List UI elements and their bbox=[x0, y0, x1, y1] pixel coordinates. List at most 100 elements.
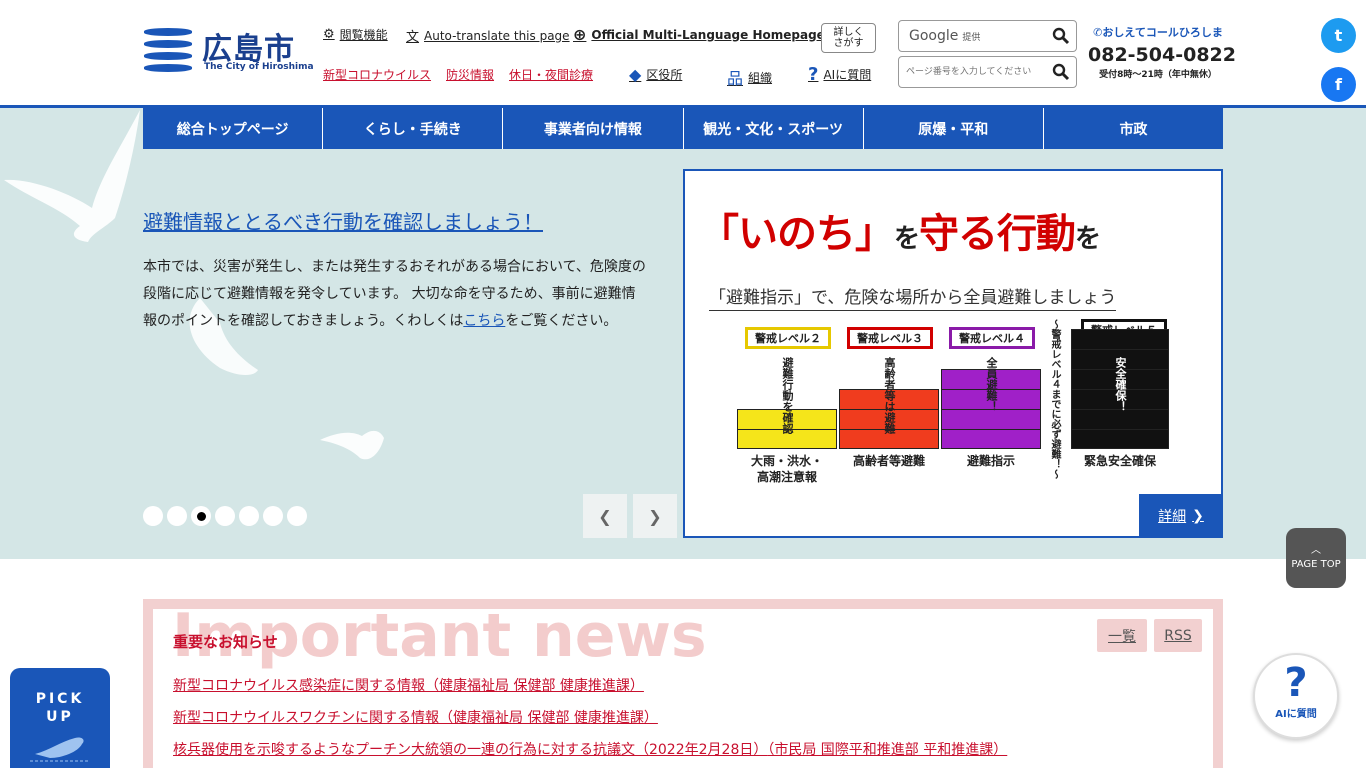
slide-dot[interactable] bbox=[287, 506, 307, 526]
multi-language-label: Official Multi-Language Homepage bbox=[591, 27, 825, 42]
question-icon: ? bbox=[1284, 660, 1308, 706]
search-icon[interactable] bbox=[1052, 63, 1070, 81]
chevron-up-icon: ︿ bbox=[1311, 545, 1321, 556]
chevron-left-icon: ❮ bbox=[598, 506, 612, 526]
slide-dot[interactable] bbox=[215, 506, 235, 526]
alert-level-action: 全員避難！ bbox=[985, 357, 998, 412]
slide-headline: 「いのち」を守る行動を bbox=[699, 211, 1101, 257]
slide-dot[interactable] bbox=[167, 506, 187, 526]
search-icon[interactable] bbox=[1052, 27, 1070, 45]
slide-dot[interactable] bbox=[239, 506, 259, 526]
dove-icon bbox=[30, 737, 90, 762]
call-center-tel: 082-504-0822 bbox=[1088, 44, 1236, 66]
map-icon: ◆ bbox=[629, 65, 642, 84]
logo-mark-icon bbox=[144, 26, 192, 74]
globe-icon: ⊕ bbox=[573, 25, 587, 44]
global-nav-item[interactable]: くらし・手続き bbox=[323, 108, 504, 149]
global-nav-item[interactable]: 市政 bbox=[1043, 108, 1224, 149]
slide-dot[interactable] bbox=[143, 506, 163, 526]
multi-language-link[interactable]: ⊕ Official Multi-Language Homepage bbox=[573, 25, 825, 44]
next-slide-button[interactable]: ❯ bbox=[633, 494, 677, 538]
slide-dots bbox=[143, 506, 307, 526]
page: 広島市 The City of Hiroshima ⚙ 閲覧機能 文 Auto-… bbox=[0, 0, 1366, 768]
page-top-label: PAGE TOP bbox=[1291, 559, 1341, 570]
hero-body: 本市では、災害が発生し、または発生するおそれがある場合において、危険度の段階に応… bbox=[143, 259, 646, 329]
auto-translate-link[interactable]: 文 Auto-translate this page bbox=[406, 26, 570, 46]
global-nav-item[interactable]: 観光・文化・スポーツ bbox=[683, 108, 864, 149]
site-logo[interactable]: 広島市 The City of Hiroshima bbox=[144, 26, 314, 76]
facebook-icon[interactable]: f bbox=[1321, 67, 1356, 102]
global-nav-item[interactable]: 事業者向け情報 bbox=[503, 108, 684, 149]
news-item-link[interactable]: 核兵器使用を示唆するようなプーチン大統領の一連の行為に対する抗議文（2022年2… bbox=[173, 742, 767, 758]
twitter-icon[interactable]: t bbox=[1321, 18, 1356, 53]
chevron-right-icon: ❯ bbox=[1192, 508, 1204, 524]
hero-title-link[interactable]: 避難情報ととるべき行動を確認しましょう！ bbox=[143, 206, 543, 235]
detailed-search-line2: さがす bbox=[833, 38, 864, 49]
prev-slide-button[interactable]: ❮ bbox=[583, 494, 627, 538]
detail-button[interactable]: 詳細 ❯ bbox=[1139, 494, 1223, 538]
alert-level-caption: 緊急安全確保 bbox=[1083, 454, 1156, 468]
alert-level-action: 高齢者等は避難 bbox=[883, 357, 896, 434]
news-item-dept-link[interactable]: （健康福祉局 保健部 健康推進課） bbox=[425, 678, 644, 694]
ai-question-link[interactable]: ? AIに質問 bbox=[808, 64, 871, 85]
accessibility-label: 閲覧機能 bbox=[339, 28, 388, 42]
google-logo: Google 提供 bbox=[909, 28, 981, 44]
detailed-search-line1: 詳しく bbox=[833, 27, 864, 38]
page-number-search bbox=[898, 56, 1077, 88]
pickup-line2: UP bbox=[46, 709, 74, 725]
important-news: Important news 重要なお知らせ 一覧 RSS 新型コロナウイルス感… bbox=[143, 599, 1223, 768]
slide-subtitle: 「避難指示」で、危険な場所から全員避難しましょう bbox=[709, 283, 1117, 311]
gear-icon: ⚙ bbox=[323, 27, 335, 42]
disaster-link[interactable]: 防災情報 bbox=[446, 66, 494, 83]
ai-button-label: AIに質問 bbox=[1275, 709, 1317, 720]
slide-dot[interactable] bbox=[263, 506, 283, 526]
organization-link[interactable]: 品 組織 bbox=[727, 65, 772, 89]
news-item-dept-link[interactable]: （健康福祉局 保健部 健康推進課） bbox=[439, 710, 658, 726]
page-number-input[interactable] bbox=[903, 62, 1053, 82]
alert-level-action: 安全確保！ bbox=[1114, 357, 1127, 412]
hero-body-link[interactable]: こちら bbox=[463, 313, 505, 329]
alert-level-caption: 避難指示 bbox=[966, 454, 1015, 468]
google-search[interactable]: Google 提供 bbox=[898, 20, 1077, 52]
covid-link[interactable]: 新型コロナウイルス bbox=[323, 66, 431, 83]
news-title: 重要なお知らせ bbox=[173, 633, 278, 651]
detailed-search-button[interactable]: 詳しく さがす bbox=[821, 23, 876, 53]
alert-level-label: 警戒レベル４ bbox=[949, 327, 1035, 349]
question-icon: ? bbox=[808, 64, 819, 85]
ai-question-label: AIに質問 bbox=[823, 68, 872, 82]
page-top-button[interactable]: ︿ PAGE TOP bbox=[1286, 528, 1346, 588]
accessibility-link[interactable]: ⚙ 閲覧機能 bbox=[323, 26, 388, 43]
call-center-hours: 受付8時～21時（年中無休） bbox=[1099, 70, 1217, 80]
alert-level-action: 避難行動を確認 bbox=[781, 357, 794, 434]
ward-office-label: 区役所 bbox=[646, 68, 683, 82]
hero-slide-image[interactable]: 「いのち」を守る行動を 「避難指示」で、危険な場所から全員避難しましょう 警戒レ… bbox=[683, 169, 1223, 538]
news-item-link[interactable]: 新型コロナウイルス感染症に関する情報 bbox=[173, 678, 425, 694]
news-item-link[interactable]: 新型コロナウイルスワクチンに関する情報 bbox=[173, 710, 439, 726]
holiday-clinic-link[interactable]: 休日・夜間診療 bbox=[509, 66, 593, 83]
ai-question-button[interactable]: ? AIに質問 bbox=[1253, 653, 1339, 739]
alert-level-caption: 高齢者等避難 bbox=[852, 454, 925, 468]
organization-label: 組織 bbox=[748, 70, 773, 85]
org-chart-icon: 品 bbox=[727, 69, 744, 88]
news-rss-button[interactable]: RSS bbox=[1154, 619, 1202, 652]
pickup-button[interactable]: PICK UP bbox=[10, 668, 110, 768]
news-item: 新型コロナウイルス感染症に関する情報（健康福祉局 保健部 健康推進課） bbox=[173, 675, 644, 695]
slide-dot[interactable] bbox=[191, 506, 211, 526]
auto-translate-label: Auto-translate this page bbox=[424, 28, 570, 43]
phone-icon: ✆ bbox=[1093, 26, 1103, 39]
ward-office-link[interactable]: ◆ 区役所 bbox=[629, 65, 682, 84]
call-center: ✆おしえてコールひろしま 082-504-0822 受付8時～21時（年中無休） bbox=[1088, 24, 1236, 80]
global-nav-item[interactable]: 総合トップページ bbox=[143, 108, 324, 149]
site-header: 広島市 The City of Hiroshima ⚙ 閲覧機能 文 Auto-… bbox=[0, 0, 1366, 108]
alert-level-caption: 大雨・洪水・ 高潮注意報 bbox=[750, 454, 823, 484]
alert-level-label: 警戒レベル３ bbox=[847, 327, 933, 349]
chevron-right-icon: ❯ bbox=[648, 506, 662, 526]
call-center-title[interactable]: ✆おしえてコールひろしま bbox=[1088, 24, 1228, 40]
alert-level-label: 警戒レベル２ bbox=[745, 327, 831, 349]
logo-en-text: The City of Hiroshima bbox=[204, 62, 314, 72]
pickup-line1: PICK bbox=[35, 691, 85, 707]
news-item: 新型コロナウイルスワクチンに関する情報（健康福祉局 保健部 健康推進課） bbox=[173, 707, 658, 727]
news-list-button[interactable]: 一覧 bbox=[1097, 619, 1147, 652]
news-item-dept-link[interactable]: （市民局 国際平和推進部 平和推進課） bbox=[767, 742, 1007, 758]
global-nav-item[interactable]: 原爆・平和 bbox=[863, 108, 1044, 149]
